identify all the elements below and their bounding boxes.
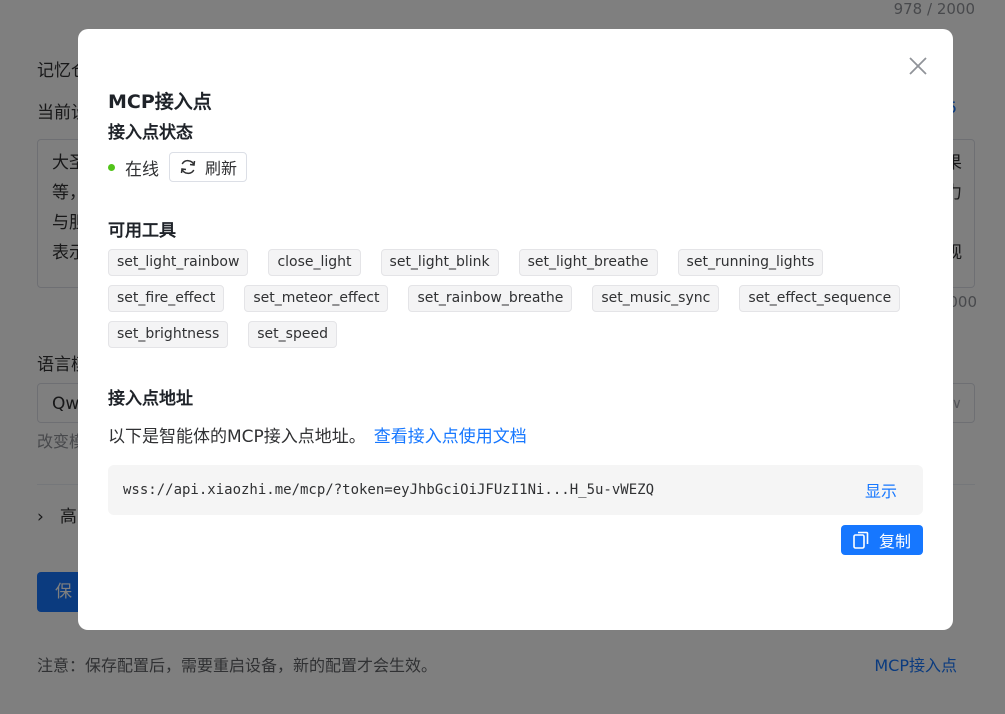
endpoint-url-box: wss://api.xiaozhi.me/mcp/?token=eyJhbGci… bbox=[108, 465, 923, 515]
tool-tag: set_speed bbox=[248, 321, 337, 348]
address-desc-text: 以下是智能体的MCP接入点地址。 bbox=[108, 427, 366, 447]
tool-tag: set_music_sync bbox=[592, 285, 720, 312]
tool-tag: set_running_lights bbox=[677, 249, 824, 276]
tool-tag: set_light_blink bbox=[380, 249, 499, 276]
endpoint-url: wss://api.xiaozhi.me/mcp/?token=eyJhbGci… bbox=[123, 482, 655, 498]
tool-tag: set_light_breathe bbox=[518, 249, 658, 276]
tools-row: set_brightness set_speed bbox=[108, 321, 888, 348]
close-button[interactable] bbox=[907, 55, 929, 77]
copy-label: 复制 bbox=[878, 532, 911, 551]
tools-list: set_light_rainbow close_light set_light_… bbox=[108, 249, 901, 357]
copy-icon bbox=[853, 531, 869, 549]
tool-tag: set_rainbow_breathe bbox=[408, 285, 573, 312]
close-icon bbox=[909, 57, 927, 75]
dialog-title: MCP接入点 bbox=[108, 91, 212, 113]
tools-row: set_fire_effect set_meteor_effect set_ra… bbox=[108, 285, 901, 312]
online-dot-icon bbox=[108, 163, 115, 171]
status-value: 在线 bbox=[125, 159, 159, 180]
tool-tag: set_brightness bbox=[108, 321, 229, 348]
refresh-icon bbox=[180, 159, 196, 175]
show-token-button[interactable]: 显示 bbox=[865, 478, 897, 502]
address-section-title: 接入点地址 bbox=[108, 389, 193, 409]
tool-tag: set_effect_sequence bbox=[739, 285, 901, 312]
refresh-label: 刷新 bbox=[205, 159, 238, 178]
tools-section-title: 可用工具 bbox=[108, 221, 176, 241]
status-section-title: 接入点状态 bbox=[108, 123, 193, 143]
address-description: 以下是智能体的MCP接入点地址。 查看接入点使用文档 bbox=[108, 422, 527, 447]
tool-tag: set_fire_effect bbox=[108, 285, 225, 312]
mcp-endpoint-dialog: MCP接入点 接入点状态 在线 刷新 可用工具 set_light_rainbo… bbox=[78, 29, 953, 630]
tools-row: set_light_rainbow close_light set_light_… bbox=[108, 249, 888, 276]
docs-link[interactable]: 查看接入点使用文档 bbox=[374, 427, 527, 447]
tool-tag: close_light bbox=[268, 249, 361, 276]
tool-tag: set_light_rainbow bbox=[108, 249, 249, 276]
copy-button[interactable]: 复制 bbox=[841, 525, 923, 555]
tool-tag: set_meteor_effect bbox=[244, 285, 389, 312]
refresh-button[interactable]: 刷新 bbox=[169, 152, 248, 182]
status-row: 在线 刷新 bbox=[108, 152, 248, 182]
